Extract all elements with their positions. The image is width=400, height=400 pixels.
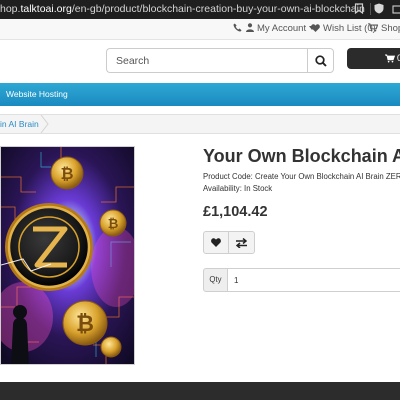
cart-button[interactable]: 0 (347, 48, 400, 69)
heart-icon (311, 24, 320, 32)
bottom-bar (0, 382, 400, 400)
qty-input[interactable] (228, 268, 400, 292)
my-account-label: My Account (257, 23, 307, 34)
wishlist-link[interactable]: Wish List (0) (311, 19, 376, 39)
product-code: Product Code: Create Your Own Blockchain… (203, 172, 400, 181)
search-icon (315, 55, 327, 67)
cart-icon (368, 23, 379, 32)
menu-item-website-hosting[interactable]: Website Hosting (6, 83, 68, 106)
availability-label: Availability: (203, 184, 242, 193)
search-box[interactable] (106, 48, 307, 73)
heart-icon (211, 238, 221, 247)
qty-label: Qty (203, 268, 228, 292)
search-input[interactable] (107, 49, 307, 72)
shield-icon[interactable] (372, 3, 385, 16)
product-title: Your Own Blockchain AI (203, 146, 400, 166)
product-image[interactable]: ₿ ₿ ₿ (0, 146, 135, 365)
bitcoin-symbol: ₿ (108, 216, 119, 231)
compare-icon (236, 238, 247, 248)
toolbar-divider (370, 3, 371, 15)
availability-value: In Stock (244, 184, 273, 193)
breadcrumb-separator (40, 115, 49, 133)
product-code-label: Product Code: (203, 172, 253, 181)
browser-url-bar[interactable]: hop.talktoai.org/en-gb/product/blockchai… (0, 0, 400, 19)
top-nav: My Account Wish List (0) Shopp (0, 19, 400, 40)
breadcrumb: in AI Brain (0, 114, 400, 134)
breadcrumb-item[interactable]: in AI Brain (0, 115, 39, 133)
url-text[interactable]: hop.talktoai.org/en-gb/product/blockchai… (0, 0, 365, 19)
user-icon (246, 23, 254, 32)
availability: Availability: In Stock (203, 184, 272, 193)
bitcoin-symbol: ₿ (60, 165, 73, 183)
compare-button[interactable] (229, 231, 255, 254)
extensions-icon[interactable] (390, 3, 400, 16)
menu-bar: Website Hosting (0, 83, 400, 106)
product-code-value: Create Your Own Blockchain AI Brain ZERO (255, 172, 400, 181)
search-button[interactable] (307, 48, 334, 73)
bitcoin-symbol: ₿ (76, 311, 94, 336)
cart-icon (385, 54, 395, 63)
bookmark-icon[interactable] (352, 3, 365, 16)
shopping-cart-link[interactable]: Shopp (368, 19, 400, 39)
shopping-cart-label: Shopp (381, 23, 400, 34)
blockchain-artwork: ₿ ₿ ₿ (1, 147, 134, 364)
add-to-wishlist-button[interactable] (203, 231, 229, 254)
product-price: £1,104.42 (203, 204, 268, 220)
phone-icon[interactable] (233, 19, 242, 39)
my-account-link[interactable]: My Account (246, 19, 315, 39)
